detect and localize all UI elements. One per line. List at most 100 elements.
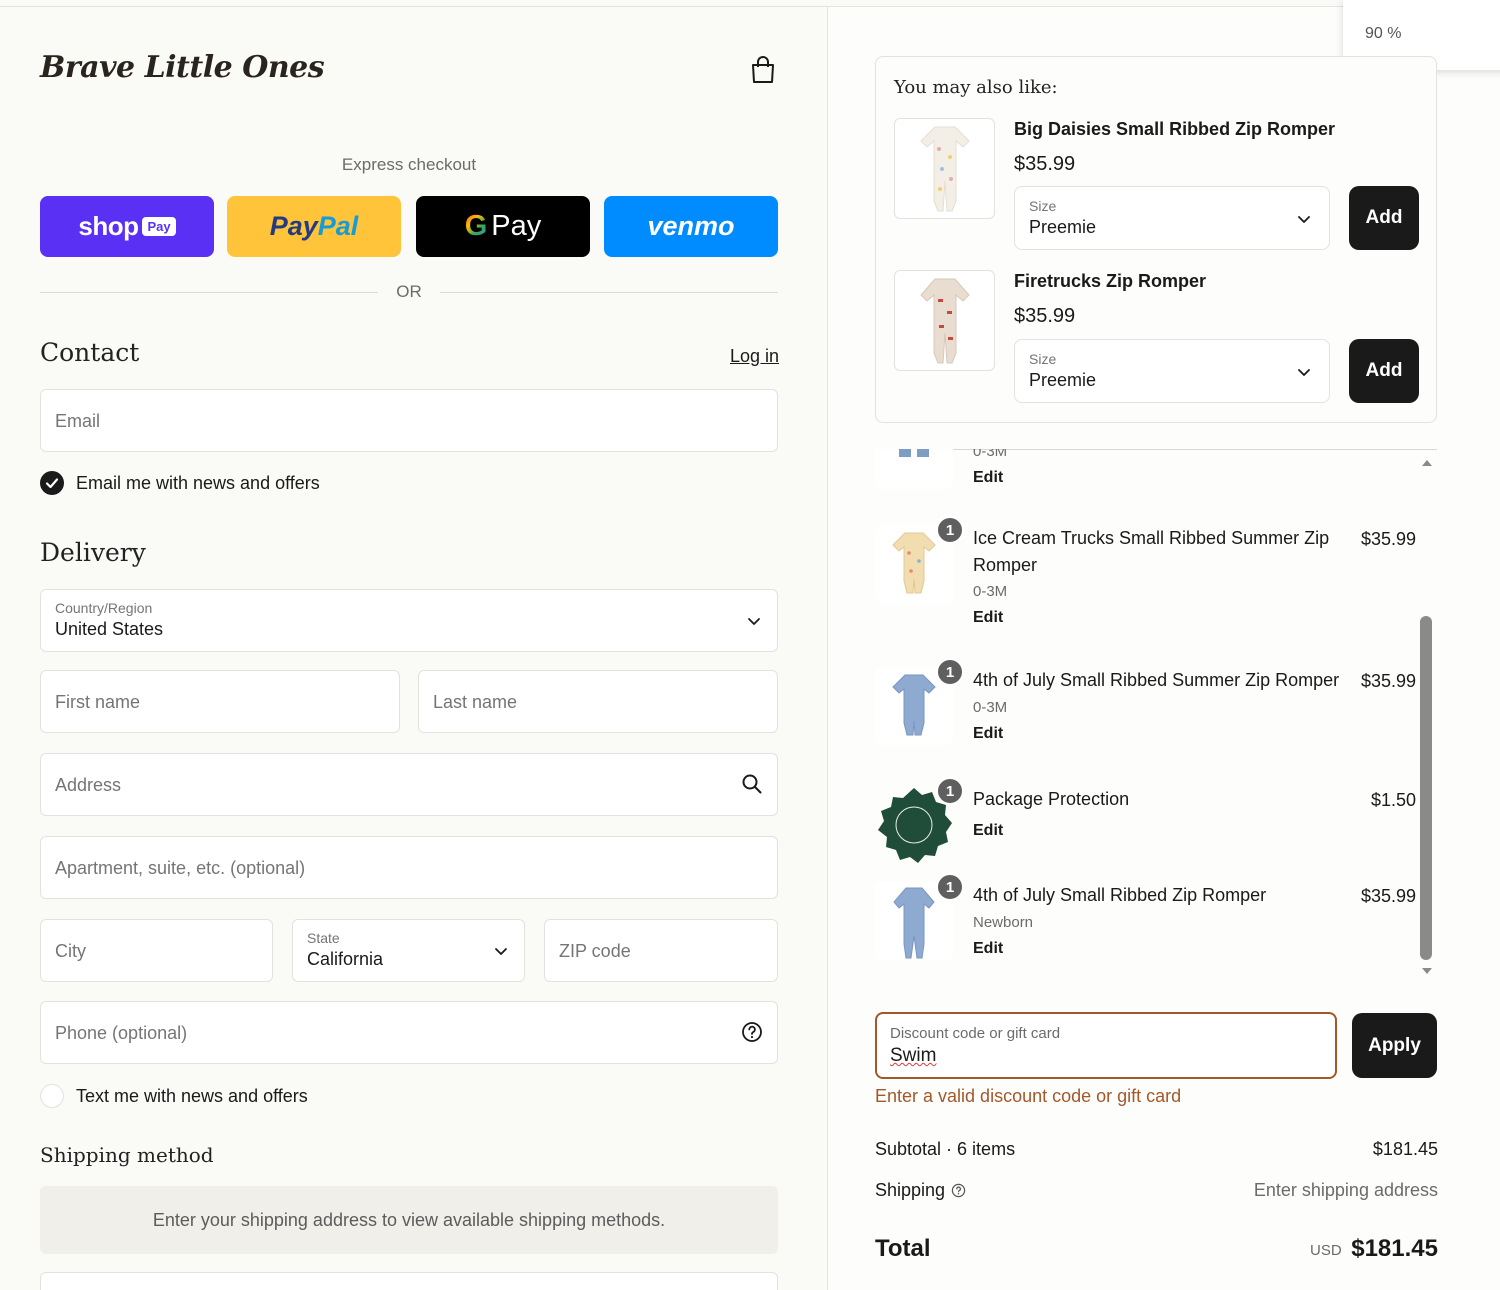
google-g-icon: G <box>464 210 488 242</box>
cart-line-items: 0-3M Edit 1 Ice Cream Trucks Small Ribbe… <box>875 449 1437 985</box>
last-name-placeholder: Last name <box>433 692 518 712</box>
shop-pay-button[interactable]: shop Pay <box>40 196 214 257</box>
line-item: 1 Package Protection Edit $1.50 <box>875 777 1420 866</box>
paypal-button[interactable]: PayPal <box>227 196 401 257</box>
discount-label: Discount code or gift card <box>890 1025 1061 1042</box>
apply-discount-button[interactable]: Apply <box>1352 1013 1437 1078</box>
brand-logo[interactable]: Brave Little Ones <box>40 50 325 85</box>
line-item-price: $35.99 <box>1360 671 1416 691</box>
discount-code-field[interactable]: Discount code or gift card Swim <box>875 1012 1337 1079</box>
apartment-field[interactable]: Apartment, suite, etc. (optional) <box>40 836 778 899</box>
zip-placeholder: ZIP code <box>559 941 631 961</box>
shop-pay-tag: Pay <box>142 217 176 236</box>
upsell-add-button[interactable]: Add <box>1349 186 1419 250</box>
scroll-up-arrow-icon[interactable] <box>1420 456 1434 470</box>
venmo-logo: venmo <box>647 211 735 241</box>
size-label: Size <box>1029 198 1057 214</box>
upsell-product-name[interactable]: Big Daisies Small Ribbed Zip Romper <box>1014 119 1335 140</box>
state-value: California <box>307 949 384 969</box>
line-item-edit-link[interactable]: Edit <box>973 609 1003 627</box>
line-item-variant: 0-3M <box>973 583 1008 600</box>
email-news-checkbox-row[interactable]: Email me with news and offers <box>40 471 320 495</box>
or-label: OR <box>396 282 422 301</box>
line-item-name: Package Protection <box>973 789 1130 809</box>
upsell-product-price: $35.99 <box>1014 305 1076 327</box>
next-section-field[interactable] <box>40 1272 778 1290</box>
text-news-label: Text me with news and offers <box>76 1085 308 1106</box>
line-item-variant: Newborn <box>973 914 1034 931</box>
subtotal-label: Subtotal · 6 items <box>875 1139 1016 1159</box>
romper-blue-image <box>899 449 929 457</box>
text-news-checkbox[interactable] <box>40 1084 64 1108</box>
venmo-button[interactable]: venmo <box>604 196 778 257</box>
email-field[interactable]: Email <box>40 389 778 452</box>
address-placeholder: Address <box>55 775 122 795</box>
help-circle-icon[interactable] <box>741 1021 763 1043</box>
state-label: State <box>307 930 340 946</box>
size-value: Preemie <box>1029 217 1097 237</box>
shipping-label: Shipping <box>875 1180 946 1200</box>
total-label: Total <box>875 1235 931 1262</box>
discount-error-message: Enter a valid discount code or gift card <box>875 1086 1182 1106</box>
help-circle-icon[interactable] <box>951 1183 966 1198</box>
chevron-down-icon <box>1298 369 1310 376</box>
line-item-edit-link[interactable]: Edit <box>973 940 1003 958</box>
address-field[interactable]: Address <box>40 753 778 816</box>
upsell-product-name[interactable]: Firetrucks Zip Romper <box>1014 271 1206 292</box>
line-item-price: $1.50 <box>1370 790 1416 810</box>
shopping-bag-icon[interactable] <box>750 56 776 84</box>
romper-daisies-image <box>920 126 970 212</box>
total-value: $181.45 <box>1351 1235 1438 1262</box>
checkmark-icon <box>45 478 59 489</box>
phone-field[interactable]: Phone (optional) <box>40 1001 778 1064</box>
line-item-edit-link[interactable]: Edit <box>973 725 1003 743</box>
line-item: 1 Ice Cream Trucks Small Ribbed Summer Z… <box>875 516 1420 635</box>
line-item-name: 4th of July Small Ribbed Zip Romper <box>973 885 1267 905</box>
scroll-down-arrow-icon[interactable] <box>1420 964 1434 978</box>
subtotal-value: $181.45 <box>1372 1139 1438 1159</box>
upsell-size-select[interactable]: Size Preemie <box>1014 339 1330 403</box>
chevron-down-icon <box>748 618 760 625</box>
login-link[interactable]: Log in <box>730 346 779 367</box>
size-value: Preemie <box>1029 370 1097 390</box>
shop-pay-word: shop <box>78 211 139 241</box>
subtotal-row: Subtotal · 6 items $181.45 <box>875 1139 1438 1160</box>
email-news-checkbox[interactable] <box>40 471 64 495</box>
google-pay-word: Pay <box>491 210 542 242</box>
first-name-field[interactable]: First name <box>40 670 400 733</box>
line-item-price: $35.99 <box>1360 886 1416 906</box>
zoom-level: 90 % <box>1365 25 1402 42</box>
city-field[interactable]: City <box>40 919 273 982</box>
cart-scrollbar-thumb[interactable] <box>1420 616 1432 960</box>
shipping-method-heading: Shipping method <box>40 1143 214 1167</box>
line-item-image <box>875 449 953 489</box>
shipping-method-notice: Enter your shipping address to view avai… <box>40 1186 778 1254</box>
google-pay-button[interactable]: G Pay <box>416 196 590 257</box>
zip-field[interactable]: ZIP code <box>544 919 778 982</box>
upsell-add-button[interactable]: Add <box>1349 339 1419 403</box>
country-label: Country/Region <box>55 600 153 616</box>
upsell-size-select[interactable]: Size Preemie <box>1014 186 1330 250</box>
text-news-checkbox-row[interactable]: Text me with news and offers <box>40 1084 308 1108</box>
phone-placeholder: Phone (optional) <box>55 1023 188 1043</box>
search-icon <box>742 774 762 794</box>
chevron-down-icon <box>495 948 507 955</box>
quantity-badge: 1 <box>936 777 964 805</box>
chevron-down-icon <box>1298 216 1310 223</box>
state-select[interactable]: State California <box>292 919 525 982</box>
or-divider-right <box>440 292 778 293</box>
line-item-edit-link[interactable]: Edit <box>973 822 1003 840</box>
line-item-variant: 0-3M <box>973 449 1008 460</box>
quantity-badge: 1 <box>936 658 964 686</box>
line-item-edit-link[interactable]: Edit <box>973 469 1003 487</box>
total-currency: USD <box>1310 1242 1342 1259</box>
upsell-title: You may also like: <box>894 77 1058 98</box>
line-item: 1 4th of July Small Ribbed Zip Romper Ne… <box>875 873 1420 972</box>
upsell-product-image[interactable] <box>894 118 995 219</box>
discount-value: Swim <box>890 1045 937 1066</box>
last-name-field[interactable]: Last name <box>418 670 778 733</box>
country-select[interactable]: Country/Region United States <box>40 589 778 652</box>
apartment-placeholder: Apartment, suite, etc. (optional) <box>55 858 306 878</box>
email-placeholder: Email <box>55 411 101 431</box>
upsell-product-image[interactable] <box>894 270 995 371</box>
